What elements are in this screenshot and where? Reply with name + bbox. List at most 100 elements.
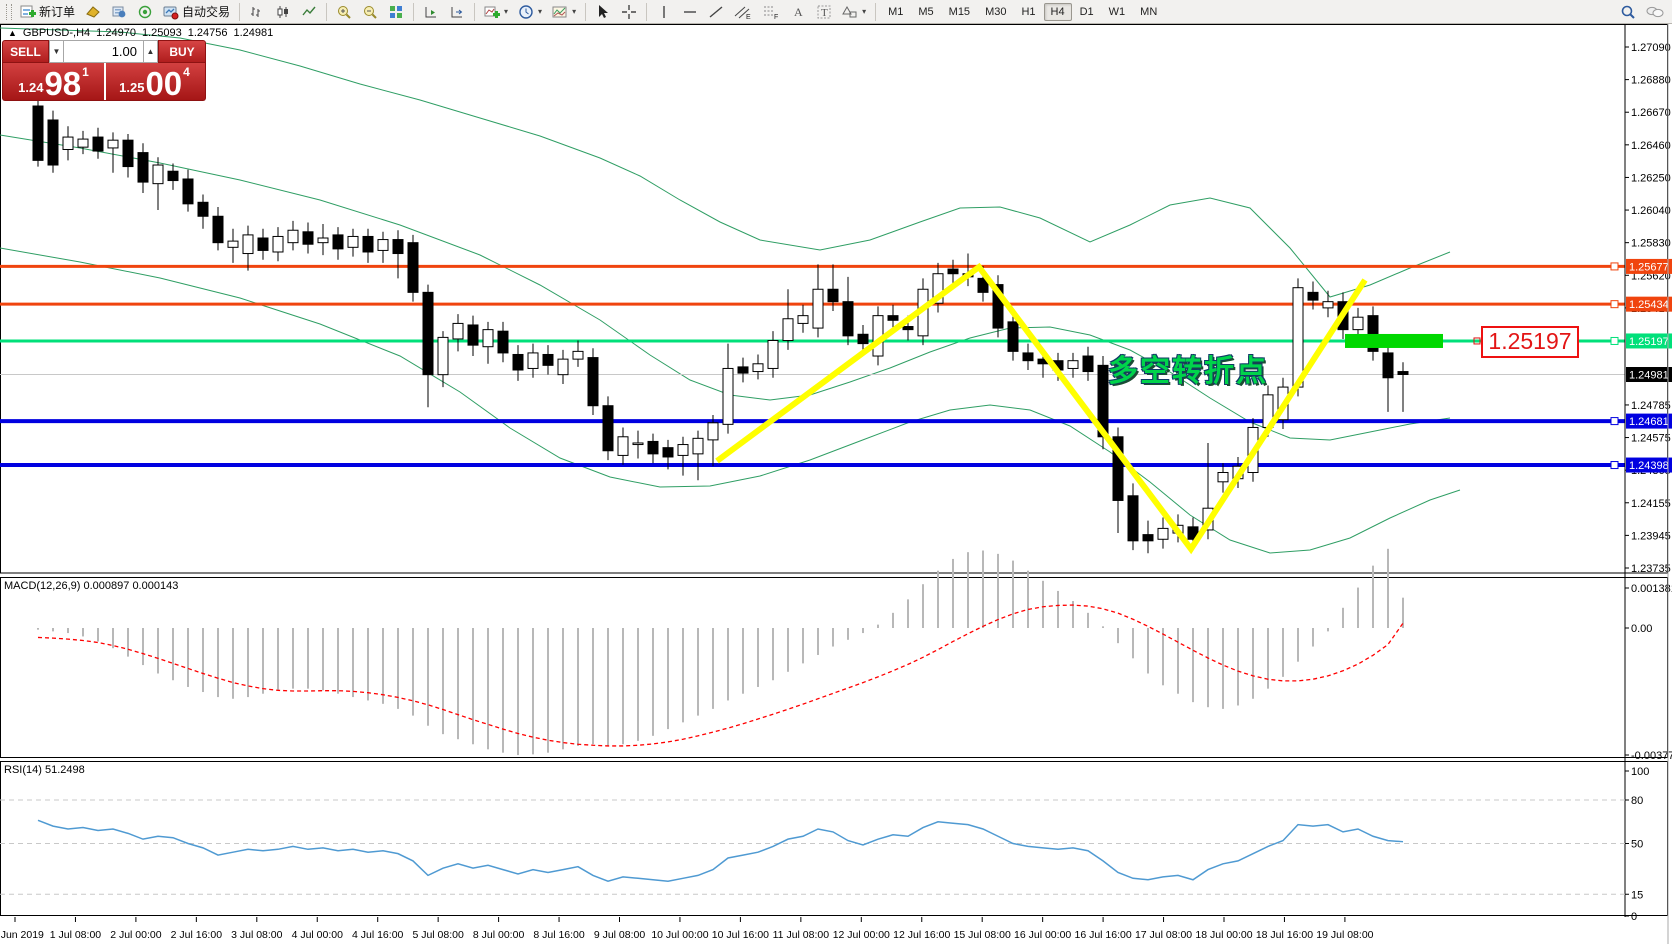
candle-body[interactable] [1218,472,1228,481]
time-label: 15 Jul 08:00 [954,929,1011,941]
candle-body[interactable] [1158,528,1168,539]
candle-body[interactable] [1293,288,1303,387]
candle-body[interactable] [543,354,553,365]
candle-body[interactable] [843,302,853,336]
candle-body[interactable] [1308,292,1318,300]
line-handle[interactable] [1611,337,1618,344]
candle-body[interactable] [333,235,343,249]
candle-body[interactable] [768,340,778,368]
ohlc-close: 1.24981 [233,27,273,39]
buy-price[interactable]: 1.25 00 4 [104,63,205,100]
candle-body[interactable] [63,137,73,149]
candle-body[interactable] [228,241,238,247]
candle-body[interactable] [753,364,763,372]
candle-body[interactable] [693,438,703,454]
time-label: 18 Jul 16:00 [1256,929,1313,941]
price-tick-label: 1.26040 [1631,205,1671,217]
candle-body[interactable] [603,406,613,451]
turning-point-annotation[interactable]: 多空转折点 [1108,346,1268,390]
candle-body[interactable] [378,240,388,251]
time-label: 1 Jul 08:00 [50,929,102,941]
candle-body[interactable] [1083,356,1093,372]
highlight-zone[interactable] [1345,334,1443,348]
candle-body[interactable] [1128,496,1138,541]
candle-body[interactable] [813,289,823,328]
candle-body[interactable] [348,236,358,247]
candle-body[interactable] [1023,353,1033,361]
candle-body[interactable] [453,323,463,339]
candle-body[interactable] [888,316,898,321]
candle-body[interactable] [168,171,178,180]
line-handle[interactable] [1611,263,1618,270]
line-handle[interactable] [1611,301,1618,308]
buy-button[interactable]: BUY [158,40,206,63]
candle-body[interactable] [198,202,208,216]
volume-input[interactable]: 1.00 [64,40,143,63]
candle-body[interactable] [438,337,448,374]
price-tick-label: 1.26670 [1631,107,1671,119]
candle-body[interactable] [708,423,718,440]
candle-body[interactable] [1353,317,1363,329]
candle-body[interactable] [1143,535,1153,541]
candle-body[interactable] [498,331,508,353]
candle-body[interactable] [363,236,373,252]
sell-price[interactable]: 1.24 98 1 [3,63,104,100]
candle-body[interactable] [678,445,688,456]
candle-body[interactable] [1398,372,1408,375]
candle-body[interactable] [273,236,283,252]
candle-body[interactable] [303,232,313,244]
candle-body[interactable] [558,359,568,375]
line-handle[interactable] [1611,418,1618,425]
candle-body[interactable] [948,269,958,274]
candle-body[interactable] [123,140,133,166]
candle-body[interactable] [483,330,493,347]
candle-body[interactable] [648,441,658,453]
candle-body[interactable] [468,325,478,345]
sell-price-big: 98 [44,70,81,97]
candle-body[interactable] [528,353,538,369]
candle-body[interactable] [423,292,433,374]
candle-body[interactable] [738,367,748,373]
price-tag-box[interactable]: 1.25197 [1481,326,1579,358]
candle-body[interactable] [798,316,808,324]
candle-body[interactable] [393,240,403,254]
sell-price-sup: 1 [82,65,89,79]
candle-body[interactable] [783,319,793,341]
volume-spin-up[interactable]: ▲ [143,40,158,63]
macd-panel[interactable] [1,578,1668,758]
candle-body[interactable] [1383,353,1393,378]
candle-body[interactable] [573,351,583,359]
candle-body[interactable] [1323,302,1333,308]
candle-body[interactable] [138,153,148,183]
candle-body[interactable] [213,216,223,242]
candle-body[interactable] [663,448,673,457]
sell-button[interactable]: SELL [2,40,49,63]
candle-body[interactable] [513,354,523,370]
candle-body[interactable] [48,120,58,165]
candle-body[interactable] [33,106,43,160]
candle-body[interactable] [183,179,193,204]
candle-body[interactable] [243,235,253,254]
collapse-triangle-icon[interactable]: ▲ [8,28,17,38]
candle-body[interactable] [93,137,103,151]
candle-body[interactable] [258,238,268,250]
candle-body[interactable] [903,327,913,330]
rsi-panel[interactable] [1,762,1668,916]
candle-body[interactable] [288,230,298,242]
candle-body[interactable] [723,368,733,424]
candle-body[interactable] [1008,322,1018,352]
line-handle[interactable] [1611,462,1618,469]
candle-body[interactable] [318,238,328,243]
candle-body[interactable] [828,289,838,301]
volume-spin-down[interactable]: ▼ [49,40,64,63]
candle-body[interactable] [633,443,643,445]
candle-body[interactable] [78,139,88,147]
chart-canvas[interactable]: 1.270901.268801.266701.264601.262501.260… [0,0,1672,944]
candle-body[interactable] [618,437,628,456]
candle-body[interactable] [858,334,868,343]
candle-body[interactable] [108,140,118,148]
candle-body[interactable] [408,243,418,293]
candle-body[interactable] [588,358,598,406]
candle-body[interactable] [153,165,163,184]
candle-body[interactable] [1068,361,1078,369]
